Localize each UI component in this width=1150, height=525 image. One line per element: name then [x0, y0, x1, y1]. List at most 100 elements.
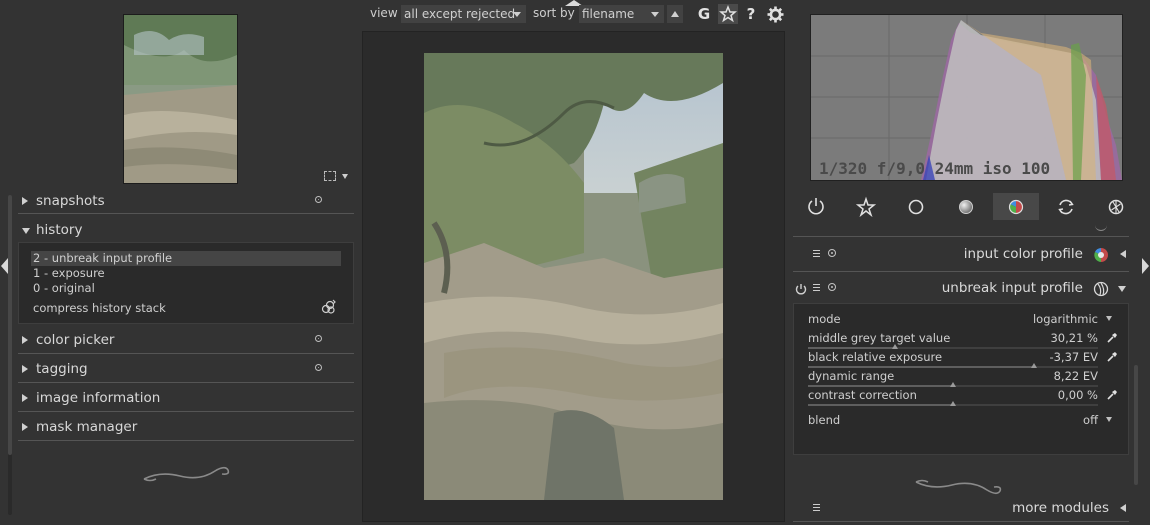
- slider-fill: [808, 404, 953, 406]
- section-label: tagging: [36, 361, 88, 377]
- sort-label: sort by: [533, 6, 575, 20]
- divider: [793, 236, 1129, 237]
- sort-select[interactable]: filename: [579, 5, 664, 23]
- divider: [18, 382, 354, 383]
- blend-select[interactable]: blend off: [808, 413, 1112, 432]
- color-picker-icon[interactable]: [1106, 332, 1118, 344]
- group-color[interactable]: [993, 193, 1039, 220]
- divider: [793, 521, 1129, 522]
- history-item[interactable]: 1 - exposure: [33, 266, 105, 280]
- slider-fill: [808, 347, 895, 349]
- view-label: view: [370, 6, 398, 20]
- view-filter-value: all except rejected: [404, 7, 516, 21]
- zoom-dropdown-icon[interactable]: [342, 174, 348, 179]
- module-input-color-profile[interactable]: input color profile: [793, 242, 1129, 268]
- expander-icon: [22, 394, 28, 402]
- presets-menu-icon[interactable]: [813, 504, 820, 511]
- group-basic[interactable]: [893, 193, 939, 220]
- section-tagging[interactable]: tagging: [18, 357, 354, 383]
- module-group-bar: [792, 192, 1142, 222]
- reset-icon[interactable]: [315, 335, 322, 342]
- dynamic-range-slider[interactable]: dynamic range 8,22 EV: [808, 369, 1098, 388]
- reset-icon[interactable]: [315, 364, 322, 371]
- group-favorites[interactable]: [843, 193, 889, 220]
- reset-icon[interactable]: [315, 196, 322, 203]
- sphere-icon: [959, 200, 973, 214]
- right-panel-toggle-icon[interactable]: [1142, 258, 1149, 274]
- reset-icon[interactable]: [828, 283, 836, 291]
- history-item[interactable]: 2 - unbreak input profile: [33, 251, 172, 265]
- star-icon: [855, 196, 877, 218]
- group-effects[interactable]: [1093, 193, 1139, 220]
- slider-knob[interactable]: [892, 344, 898, 349]
- section-history[interactable]: history: [18, 218, 354, 244]
- panel-end-ornament: [143, 466, 230, 482]
- chevron-down-icon: [513, 12, 521, 17]
- history-item[interactable]: 0 - original: [33, 281, 95, 295]
- history-list: 2 - unbreak input profile 1 - exposure 0…: [18, 242, 354, 324]
- middle-grey-slider[interactable]: middle grey target value 30,21 %: [808, 331, 1117, 350]
- main-image[interactable]: [424, 53, 723, 500]
- group-correct[interactable]: [1043, 193, 1089, 220]
- section-image-information[interactable]: image information: [18, 386, 354, 412]
- history-style-icon[interactable]: [321, 299, 337, 315]
- histogram[interactable]: 1/320 f/9,0 24mm iso 100: [810, 14, 1123, 181]
- chevron-down-icon: [1106, 316, 1112, 321]
- slider-fill: [808, 366, 1034, 368]
- color-picker-icon[interactable]: [1106, 389, 1118, 401]
- scroll-indicator-icon: [1095, 224, 1107, 231]
- compress-history-button[interactable]: compress history stack: [33, 301, 166, 315]
- power-icon[interactable]: [795, 283, 807, 295]
- view-filter-select[interactable]: all except rejected: [401, 5, 526, 23]
- param-value: -3,37 EV: [1049, 350, 1098, 364]
- overlays-star-button[interactable]: [718, 4, 738, 24]
- slider-knob[interactable]: [950, 382, 956, 387]
- presets-menu-icon[interactable]: [813, 250, 820, 257]
- gear-icon[interactable]: [767, 6, 784, 23]
- color-picker-icon[interactable]: [1106, 351, 1118, 363]
- star-icon: [719, 4, 737, 23]
- sort-order-button[interactable]: [667, 5, 683, 23]
- mode-select[interactable]: mode logarithmic: [808, 312, 1112, 331]
- expander-icon: [22, 228, 30, 234]
- slider-knob[interactable]: [950, 401, 956, 406]
- param-value: 0,00 %: [1057, 388, 1098, 402]
- power-icon: [808, 198, 824, 215]
- help-button[interactable]: ?: [743, 4, 759, 24]
- presets-menu-icon[interactable]: [813, 284, 820, 291]
- divider: [18, 353, 354, 354]
- divider: [793, 271, 1129, 272]
- section-label: mask manager: [36, 419, 138, 435]
- section-color-picker[interactable]: color picker: [18, 328, 354, 354]
- section-label: image information: [36, 390, 161, 406]
- grouping-button[interactable]: G: [695, 4, 713, 24]
- section-mask-manager[interactable]: mask manager: [18, 415, 354, 441]
- module-unbreak-input-profile[interactable]: unbreak input profile: [793, 276, 1129, 302]
- param-label: dynamic range: [808, 369, 895, 383]
- more-modules[interactable]: more modules: [793, 496, 1129, 522]
- chevron-down-icon: [1106, 417, 1112, 422]
- divider: [18, 213, 354, 214]
- collapse-module-icon[interactable]: [1118, 286, 1126, 292]
- expand-module-icon[interactable]: [1120, 250, 1126, 258]
- left-panel-toggle-icon[interactable]: [1, 258, 8, 274]
- expand-module-icon[interactable]: [1120, 504, 1126, 512]
- expander-icon: [22, 336, 28, 344]
- group-tone[interactable]: [943, 193, 989, 220]
- right-scrollbar-thumb[interactable]: [1134, 365, 1138, 485]
- section-label: history: [36, 222, 83, 238]
- param-value: logarithmic: [1032, 312, 1098, 326]
- module-name: input color profile: [963, 246, 1083, 262]
- param-label: blend: [808, 413, 841, 427]
- histogram-graph: [811, 15, 1122, 180]
- black-relative-exposure-slider[interactable]: black relative exposure -3,37 EV: [808, 350, 1117, 369]
- reset-icon[interactable]: [828, 249, 836, 257]
- contrast-correction-slider[interactable]: contrast correction 0,00 %: [808, 388, 1117, 407]
- slider-knob[interactable]: [1031, 363, 1037, 368]
- zoom-fit-icon[interactable]: [324, 171, 336, 181]
- group-active-modules[interactable]: [793, 193, 839, 220]
- expander-icon: [22, 365, 28, 373]
- section-snapshots[interactable]: snapshots: [18, 189, 354, 215]
- left-scrollbar-thumb[interactable]: [8, 195, 12, 455]
- navigation-thumbnail[interactable]: [123, 14, 238, 184]
